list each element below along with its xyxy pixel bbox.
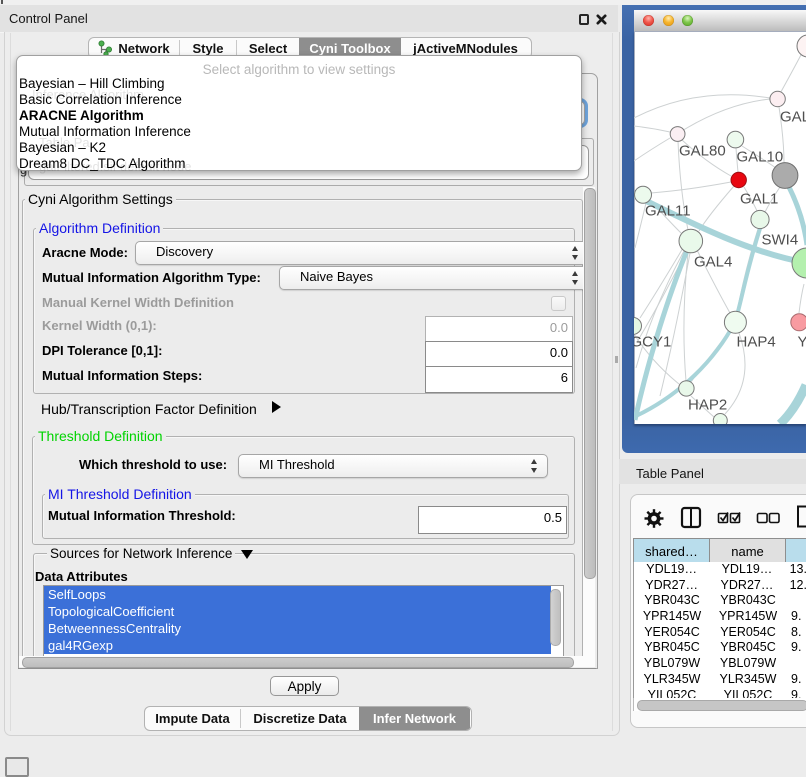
svg-text:GAL4: GAL4 <box>694 254 732 271</box>
svg-text:HAP4: HAP4 <box>737 334 776 351</box>
svg-text:HAP2: HAP2 <box>688 397 727 414</box>
svg-text:GAL1: GAL1 <box>740 191 778 208</box>
svg-text:GAL7: GAL7 <box>780 109 806 126</box>
svg-text:SWI4: SWI4 <box>762 232 799 249</box>
svg-text:GAL80: GAL80 <box>679 143 726 160</box>
svg-text:GCY1: GCY1 <box>634 334 671 351</box>
svg-text:GAL10: GAL10 <box>737 149 784 166</box>
svg-text:GAL11: GAL11 <box>645 203 691 220</box>
svg-text:YJ: YJ <box>798 334 806 351</box>
